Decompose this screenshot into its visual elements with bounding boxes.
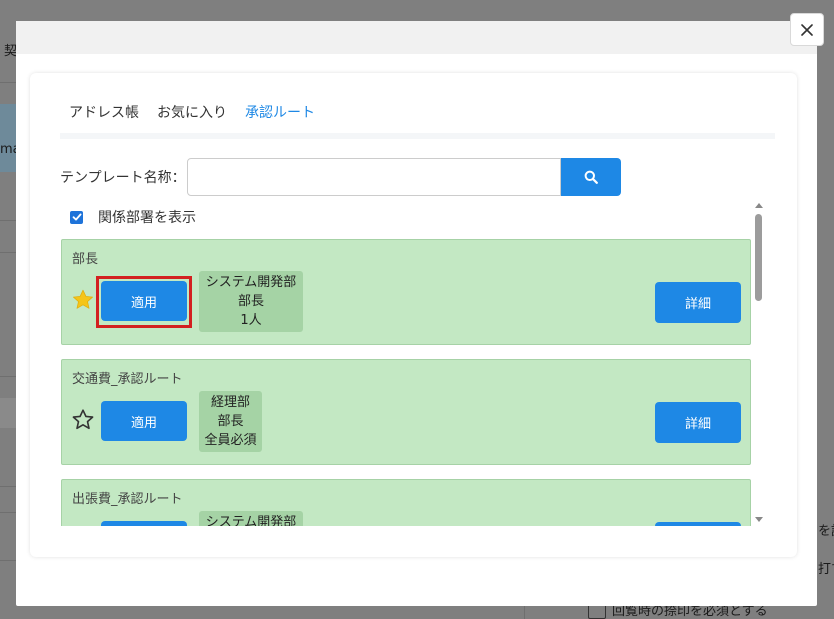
background-block (0, 104, 16, 172)
tab-address-book[interactable]: アドレス帳 (60, 93, 148, 133)
star-outline-icon[interactable] (71, 408, 95, 432)
close-icon (801, 23, 813, 36)
background-divider (0, 560, 16, 561)
apply-button[interactable]: 適用 (101, 521, 187, 526)
route-member-tag: システム開発部 (199, 511, 303, 526)
detail-button[interactable]: 詳細 (655, 522, 741, 526)
tab-bar: アドレス帳 お気に入り 承認ルート (60, 93, 324, 135)
tag-line: システム開発部 (205, 515, 297, 526)
route-list: 部長 適用 システム開発部 部長 1人 詳細 交通費_承認ルート 適用 経理部 … (60, 239, 752, 526)
background-panel (0, 398, 16, 428)
tag-line: 1人 (240, 313, 262, 328)
route-card: 部長 適用 システム開発部 部長 1人 詳細 (61, 239, 751, 345)
background-divider (524, 606, 525, 619)
route-card: 出張費_承認ルート 適用 システム開発部 詳細 (61, 479, 751, 526)
star-filled-icon[interactable] (71, 288, 95, 312)
tab-divider (60, 133, 775, 139)
tag-line: 部長 (237, 294, 264, 309)
show-related-departments-label: 関係部署を表示 (98, 210, 196, 226)
background-divider (0, 486, 16, 487)
route-member-tag: システム開発部 部長 1人 (199, 271, 303, 332)
template-name-input[interactable] (187, 158, 561, 196)
route-title: 部長 (72, 252, 99, 267)
background-divider (0, 512, 16, 513)
background-divider (0, 376, 16, 377)
template-name-label: テンプレート名称： (60, 170, 186, 186)
route-member-tag: 経理部 部長 全員必須 (199, 391, 262, 452)
tab-favorites[interactable]: お気に入り (148, 93, 236, 133)
tab-approval-routes[interactable]: 承認ルート (236, 93, 324, 135)
background-text-fragment: を許 (818, 524, 834, 539)
tag-line: 経理部 (210, 395, 250, 410)
route-title: 交通費_承認ルート (72, 372, 183, 387)
close-button[interactable] (790, 13, 824, 46)
show-related-departments-checkbox[interactable] (70, 210, 83, 224)
route-picker-panel: アドレス帳 お気に入り 承認ルート テンプレート名称： 関係部署を表示 部長 適… (30, 73, 797, 557)
triangle-down-icon[interactable] (752, 513, 766, 525)
show-related-departments-row: 関係部署を表示 (70, 207, 196, 227)
triangle-up-icon[interactable] (752, 200, 766, 212)
route-title: 出張費_承認ルート (72, 492, 183, 507)
scrollbar-thumb[interactable] (755, 214, 762, 301)
apply-button[interactable]: 適用 (101, 281, 187, 321)
detail-button[interactable]: 詳細 (655, 282, 741, 323)
background-divider (0, 220, 16, 221)
apply-button[interactable]: 適用 (101, 401, 187, 441)
tag-line: 部長 (217, 414, 244, 429)
background-divider (0, 252, 16, 253)
background-text-fragment: 打す (818, 562, 834, 577)
outer-modal-header (16, 21, 817, 54)
route-card: 交通費_承認ルート 適用 経理部 部長 全員必須 詳細 (61, 359, 751, 465)
tag-line: システム開発部 (205, 275, 297, 290)
check-icon (72, 213, 81, 221)
search-icon (584, 170, 598, 184)
background-divider (0, 82, 16, 83)
search-button[interactable] (561, 158, 621, 196)
tag-line: 全員必須 (204, 433, 257, 448)
detail-button[interactable]: 詳細 (655, 402, 741, 443)
